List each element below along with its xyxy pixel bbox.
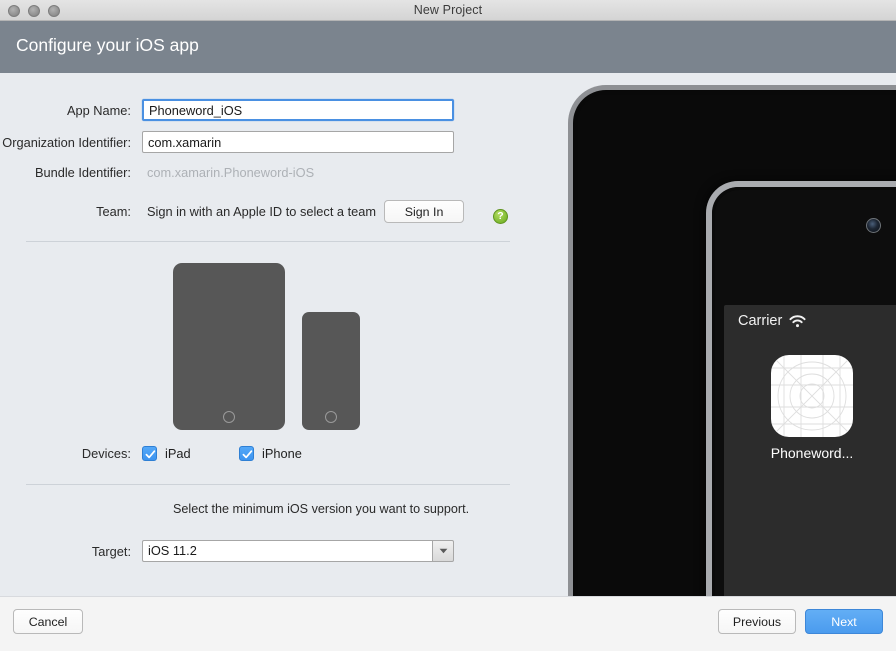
page-title: Configure your iOS app	[16, 35, 199, 56]
target-value[interactable]: iOS 11.2	[142, 540, 432, 562]
organization-identifier-input[interactable]	[142, 131, 454, 153]
wifi-icon	[789, 315, 806, 328]
next-button[interactable]: Next	[805, 609, 883, 634]
volume-up-button-icon	[709, 305, 712, 351]
phone-screen: Carrier	[724, 305, 896, 596]
window-titlebar: New Project	[0, 0, 896, 21]
form-divider-bottom	[26, 484, 510, 485]
devices-row: Devices: iPad iPhone	[0, 446, 302, 461]
bundle-identifier-label: Bundle Identifier:	[0, 165, 142, 180]
ipad-home-button-icon	[223, 411, 235, 423]
device-preview-pane: Carrie Carrier	[560, 73, 896, 596]
devices-label: Devices:	[0, 446, 142, 461]
window-title: New Project	[0, 3, 896, 17]
volume-down-button-icon	[709, 405, 712, 451]
dialog-footer: Cancel Previous Next	[0, 596, 896, 651]
target-dropdown-arrow[interactable]	[432, 540, 454, 562]
device-option-iphone[interactable]: iPhone	[239, 446, 302, 461]
app-icon-guides-icon	[771, 355, 853, 437]
form-divider-top	[26, 241, 510, 242]
organization-identifier-label: Organization Identifier:	[0, 135, 142, 150]
chevron-down-icon	[439, 548, 448, 554]
help-icon[interactable]: ?	[493, 209, 508, 224]
app-name-input[interactable]	[142, 99, 454, 121]
ipad-checkbox[interactable]	[142, 446, 157, 461]
app-name-row: App Name:	[0, 99, 454, 121]
phone-status-bar: Carrier	[738, 313, 806, 329]
app-icon-label: Phoneword...	[724, 445, 896, 461]
bundle-identifier-row: Bundle Identifier: com.xamarin.Phoneword…	[0, 165, 314, 180]
iphone-home-button-icon	[325, 411, 337, 423]
iphone-checkbox[interactable]	[239, 446, 254, 461]
configuration-form: App Name: Organization Identifier: ? Bun…	[0, 73, 560, 596]
organization-identifier-row: Organization Identifier:	[0, 131, 454, 153]
iphone-illustration	[302, 312, 360, 430]
side-button-icon	[709, 517, 712, 563]
bundle-identifier-value: com.xamarin.Phoneword-iOS	[142, 165, 314, 180]
target-combobox[interactable]: iOS 11.2	[142, 540, 454, 562]
new-project-window: New Project Configure your iOS app App N…	[0, 0, 896, 651]
iphone-checkbox-label: iPhone	[262, 446, 302, 461]
phone-status-carrier: Carrier	[738, 313, 782, 329]
phone-mockup: Carrier	[706, 181, 896, 596]
cancel-button[interactable]: Cancel	[13, 609, 83, 634]
front-camera-icon	[866, 218, 881, 233]
team-label: Team:	[0, 204, 142, 219]
previous-button[interactable]: Previous	[718, 609, 796, 634]
target-hint: Select the minimum iOS version you want …	[173, 501, 473, 517]
team-row: Team: Sign in with an Apple ID to select…	[0, 200, 464, 223]
checkmark-icon	[242, 449, 253, 460]
device-option-ipad[interactable]: iPad	[142, 446, 239, 461]
ipad-illustration	[173, 263, 285, 430]
dialog-header: Configure your iOS app	[0, 21, 896, 73]
app-icon-placeholder	[771, 355, 853, 437]
team-message: Sign in with an Apple ID to select a tea…	[142, 204, 376, 219]
target-row: Target: iOS 11.2	[0, 540, 454, 562]
ipad-checkbox-label: iPad	[165, 446, 191, 461]
app-name-label: App Name:	[0, 103, 142, 118]
target-label: Target:	[0, 544, 142, 559]
device-illustrations	[0, 263, 560, 438]
checkmark-icon	[145, 449, 156, 460]
sign-in-button[interactable]: Sign In	[384, 200, 464, 223]
